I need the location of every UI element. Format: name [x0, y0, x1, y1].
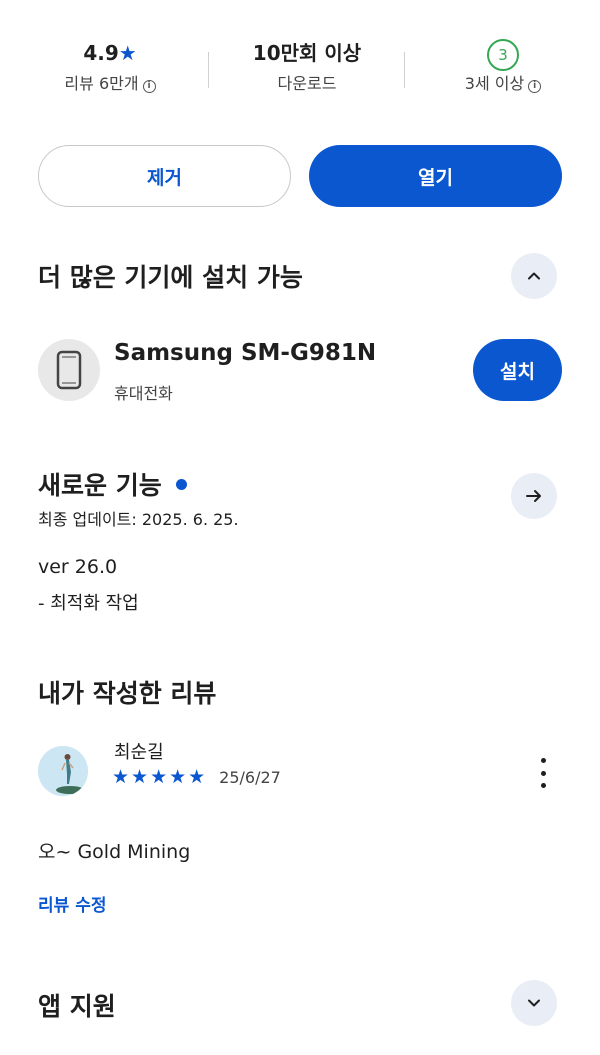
review-date: 25/6/27 [219, 767, 281, 787]
review-text: 오~ Gold Mining [38, 841, 191, 863]
whats-new-more-button[interactable] [511, 473, 557, 519]
review-stars: ★★★★★ 25/6/27 [112, 766, 281, 788]
install-button[interactable]: 설치 [473, 339, 562, 401]
content-rating-stat[interactable]: 3 3세 이상 i [403, 38, 600, 94]
new-dot-indicator [175, 478, 187, 490]
info-icon: i [142, 80, 156, 93]
downloads-label: 다운로드 [277, 74, 337, 93]
device-name: Samsung SM-G981N [114, 340, 377, 366]
devices-section-title: 더 많은 기기에 설치 가능 [38, 263, 303, 292]
last-updated: 최종 업데이트: 2025. 6. 25. [38, 510, 239, 529]
uninstall-button[interactable]: 제거 [38, 145, 291, 207]
edit-review-link[interactable]: 리뷰 수정 [38, 891, 106, 916]
avatar [38, 746, 88, 796]
app-support-title: 앱 지원 [38, 992, 116, 1021]
info-icon: i [528, 80, 542, 93]
device-type: 휴대전화 [114, 384, 173, 403]
version-text: ver 26.0 [38, 556, 118, 578]
rating-stat[interactable]: 4.9★ 리뷰 6만개 i [10, 38, 210, 94]
rating-value: 4.9 [83, 41, 119, 65]
update-note: - 최적화 작업 [38, 593, 139, 614]
whats-new-header: 새로운 기능 [38, 466, 187, 502]
star-icon: ★ [118, 41, 137, 65]
rating-count-label: 리뷰 6만개 [64, 74, 139, 93]
downloads-stat: 10만회 이상 다운로드 [207, 38, 407, 94]
review-author: 최순길 [114, 742, 164, 763]
star-rating: ★★★★★ [112, 766, 208, 788]
chevron-down-icon [528, 999, 540, 1007]
collapse-button[interactable] [511, 253, 557, 299]
arrow-right-icon [526, 490, 541, 502]
phone-icon [56, 350, 82, 390]
review-more-button[interactable] [530, 758, 556, 788]
content-rating-label: 3세 이상 [464, 74, 525, 93]
avatar-image [38, 746, 88, 796]
whats-new-title: 새로운 기능 [38, 471, 162, 500]
downloads-value: 10만회 이상 [252, 41, 362, 65]
age-rating-badge: 3 [487, 39, 519, 71]
expand-button[interactable] [511, 980, 557, 1026]
my-review-title: 내가 작성한 리뷰 [38, 679, 217, 708]
device-icon-wrap [38, 339, 100, 401]
more-vert-icon [540, 758, 546, 763]
open-button[interactable]: 열기 [309, 145, 562, 207]
chevron-up-icon [528, 272, 540, 280]
